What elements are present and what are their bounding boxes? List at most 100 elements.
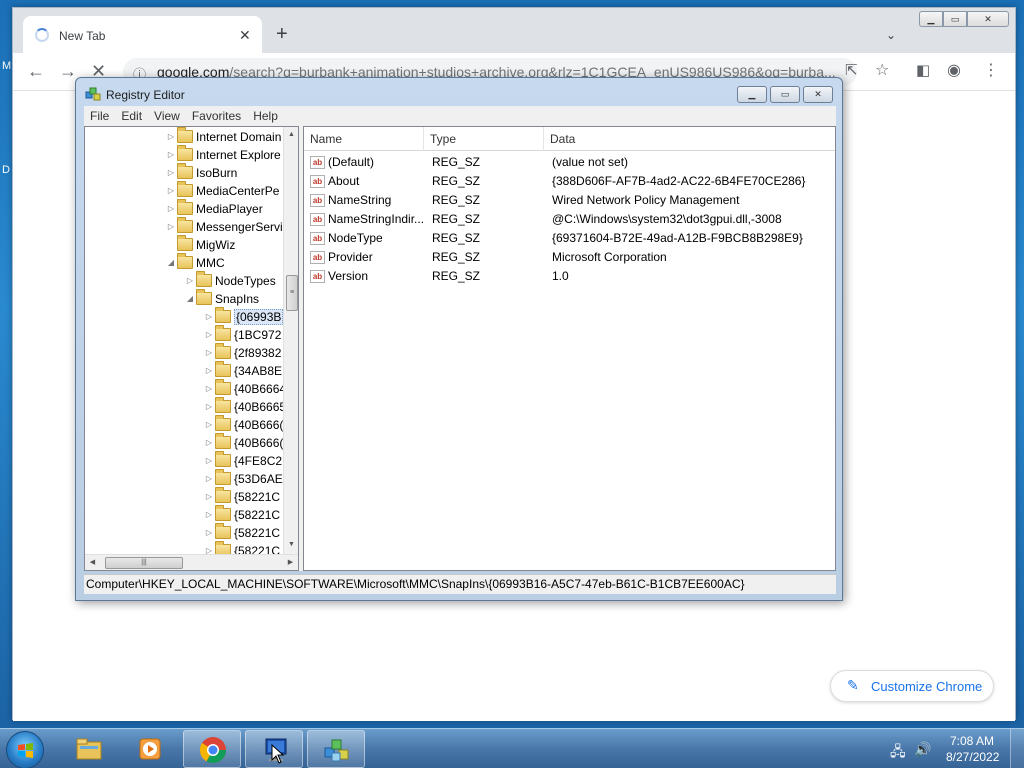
- tree-item[interactable]: ▷ {58221C: [203, 523, 280, 542]
- tree-vertical-scrollbar[interactable]: ▲ ≡ ▼: [283, 127, 298, 554]
- expand-arrow-icon[interactable]: ▷: [203, 398, 215, 416]
- chrome-menu-icon[interactable]: ⋮: [983, 61, 999, 81]
- maximize-button[interactable]: ▭: [770, 86, 800, 103]
- scroll-right-arrow-icon[interactable]: ▶: [283, 555, 298, 570]
- tree-item[interactable]: ▷ MediaCenterPe: [165, 181, 279, 200]
- tree-item[interactable]: ▷ {58221C: [203, 505, 280, 524]
- registry-value-row[interactable]: ab NameString REG_SZ Wired Network Policy M…: [304, 191, 835, 210]
- tree-item-label[interactable]: {2f89382: [234, 346, 281, 360]
- start-button[interactable]: [6, 731, 44, 768]
- tree-item-label[interactable]: MessengerServi: [196, 220, 283, 234]
- expand-arrow-icon[interactable]: ▷: [203, 308, 215, 326]
- tab-search-chevron-icon[interactable]: ⌄: [886, 28, 896, 42]
- bookmark-star-icon[interactable]: ☆: [875, 61, 889, 81]
- tree-item-label[interactable]: {53D6AE: [234, 472, 283, 486]
- tree-item-label[interactable]: MediaCenterPe: [196, 184, 279, 198]
- tree-item[interactable]: ◢ MMC: [165, 253, 225, 272]
- scrollbar-thumb[interactable]: ≡: [286, 275, 298, 311]
- column-header-data[interactable]: Data: [544, 127, 834, 151]
- back-arrow-icon[interactable]: ←: [27, 61, 45, 81]
- tree-item-label[interactable]: IsoBurn: [196, 166, 237, 180]
- expand-arrow-icon[interactable]: ▷: [203, 470, 215, 488]
- tree-item-label[interactable]: {4FE8C2: [234, 454, 282, 468]
- scroll-up-arrow-icon[interactable]: ▲: [284, 127, 298, 142]
- tree-item-label[interactable]: Internet Domain: [196, 130, 281, 144]
- minimize-button[interactable]: ▁: [737, 86, 767, 103]
- expand-arrow-icon[interactable]: ▷: [203, 362, 215, 380]
- tree-item[interactable]: ▷ {4FE8C2: [203, 451, 282, 470]
- menu-view[interactable]: View: [148, 109, 186, 123]
- tree-item[interactable]: ▷ {06993B: [203, 307, 284, 326]
- menu-edit[interactable]: Edit: [115, 109, 148, 123]
- expand-arrow-icon[interactable]: ▷: [165, 146, 177, 164]
- tree-item-label[interactable]: {40B6665: [234, 400, 286, 414]
- tree-item-label[interactable]: {40B666(: [234, 418, 283, 432]
- tree-item-label[interactable]: {58221C: [234, 490, 280, 504]
- registry-value-row[interactable]: ab NodeType REG_SZ {69371604-B72E-49ad-A12B…: [304, 229, 835, 248]
- tree-item[interactable]: ▷ MediaPlayer: [165, 199, 263, 218]
- tree-item-label[interactable]: {1BC972: [234, 328, 281, 342]
- tree-item[interactable]: ▷ NodeTypes: [184, 271, 276, 290]
- expand-arrow-icon[interactable]: ▷: [203, 524, 215, 542]
- tree-item-label[interactable]: SnapIns: [215, 292, 259, 306]
- registry-value-row[interactable]: ab (Default) REG_SZ (value not set): [304, 153, 835, 172]
- expand-arrow-icon[interactable]: ▷: [203, 452, 215, 470]
- expand-arrow-icon[interactable]: ▷: [165, 218, 177, 236]
- registry-value-row[interactable]: ab About REG_SZ {388D606F-AF7B-4ad2-AC22-6B…: [304, 172, 835, 191]
- tree-item[interactable]: ▷ {1BC972: [203, 325, 281, 344]
- minimize-button[interactable]: ▁: [919, 11, 943, 27]
- expand-arrow-icon[interactable]: ▷: [165, 128, 177, 146]
- tree-item[interactable]: ▷ {34AB8E: [203, 361, 282, 380]
- taskbar-explorer[interactable]: [60, 730, 118, 768]
- scrollbar-thumb[interactable]: |||: [105, 557, 183, 569]
- new-tab-button[interactable]: +: [276, 24, 288, 44]
- network-icon[interactable]: 🖧: [890, 741, 906, 765]
- clock-date[interactable]: 8/27/2022: [946, 750, 999, 764]
- expand-arrow-icon[interactable]: ▷: [203, 488, 215, 506]
- expand-arrow-icon[interactable]: ▷: [165, 182, 177, 200]
- tree-item-label[interactable]: {40B6664: [234, 382, 286, 396]
- expand-arrow-icon[interactable]: ▷: [184, 272, 196, 290]
- taskbar-chrome[interactable]: [183, 730, 241, 768]
- registry-key-tree[interactable]: ▷ Internet Domain ▷ Internet Explore ▷ IsoBur…: [84, 126, 299, 571]
- menu-help[interactable]: Help: [247, 109, 284, 123]
- menu-file[interactable]: File: [84, 109, 115, 123]
- share-icon[interactable]: ⇱: [845, 61, 858, 81]
- close-button[interactable]: ✕: [803, 86, 833, 103]
- taskbar-media-player[interactable]: [121, 730, 179, 768]
- show-desktop-button[interactable]: [1010, 729, 1024, 768]
- expand-arrow-icon[interactable]: ▷: [165, 164, 177, 182]
- tree-item-label[interactable]: {40B666(: [234, 436, 283, 450]
- expand-arrow-icon[interactable]: ▷: [203, 380, 215, 398]
- column-header-name[interactable]: Name: [304, 127, 424, 151]
- menu-favorites[interactable]: Favorites: [186, 109, 247, 123]
- profile-avatar-icon[interactable]: ◉: [947, 61, 961, 81]
- expand-arrow-icon[interactable]: ▷: [165, 200, 177, 218]
- tree-item[interactable]: ▷ {58221C: [203, 487, 280, 506]
- collapse-arrow-icon[interactable]: ◢: [165, 254, 177, 272]
- maximize-button[interactable]: ▭: [943, 11, 967, 27]
- taskbar-registry-editor[interactable]: [307, 730, 365, 768]
- registry-values-list[interactable]: Name Type Data ab (Default) REG_SZ (value n…: [303, 126, 836, 571]
- tree-item[interactable]: ▷ {40B666(: [203, 415, 283, 434]
- tree-item-label[interactable]: {58221C: [234, 526, 280, 540]
- expand-arrow-icon[interactable]: ▷: [203, 326, 215, 344]
- tree-item-label[interactable]: MMC: [196, 256, 225, 270]
- volume-icon[interactable]: 🔊: [914, 741, 931, 758]
- tree-item[interactable]: ▷ MessengerServi: [165, 217, 283, 236]
- tree-item-label[interactable]: {58221C: [234, 508, 280, 522]
- tree-item[interactable]: ▷ IsoBurn: [165, 163, 237, 182]
- tree-item[interactable]: ◢ SnapIns: [184, 289, 259, 308]
- expand-arrow-icon[interactable]: ▷: [203, 434, 215, 452]
- scroll-left-arrow-icon[interactable]: ◀: [85, 555, 100, 570]
- expand-arrow-icon[interactable]: ▷: [203, 344, 215, 362]
- tree-item[interactable]: ▷ {40B6665: [203, 397, 286, 416]
- tree-item-label[interactable]: {06993B: [234, 309, 284, 325]
- close-button[interactable]: ✕: [967, 11, 1009, 27]
- tree-item[interactable]: ▷ {53D6AE: [203, 469, 283, 488]
- tree-item[interactable]: ▷ {2f89382: [203, 343, 281, 362]
- tree-item-label[interactable]: MigWiz: [196, 238, 235, 252]
- tree-item[interactable]: MigWiz: [165, 235, 235, 254]
- customize-chrome-button[interactable]: ✎ Customize Chrome: [830, 670, 994, 702]
- collapse-arrow-icon[interactable]: ◢: [184, 290, 196, 308]
